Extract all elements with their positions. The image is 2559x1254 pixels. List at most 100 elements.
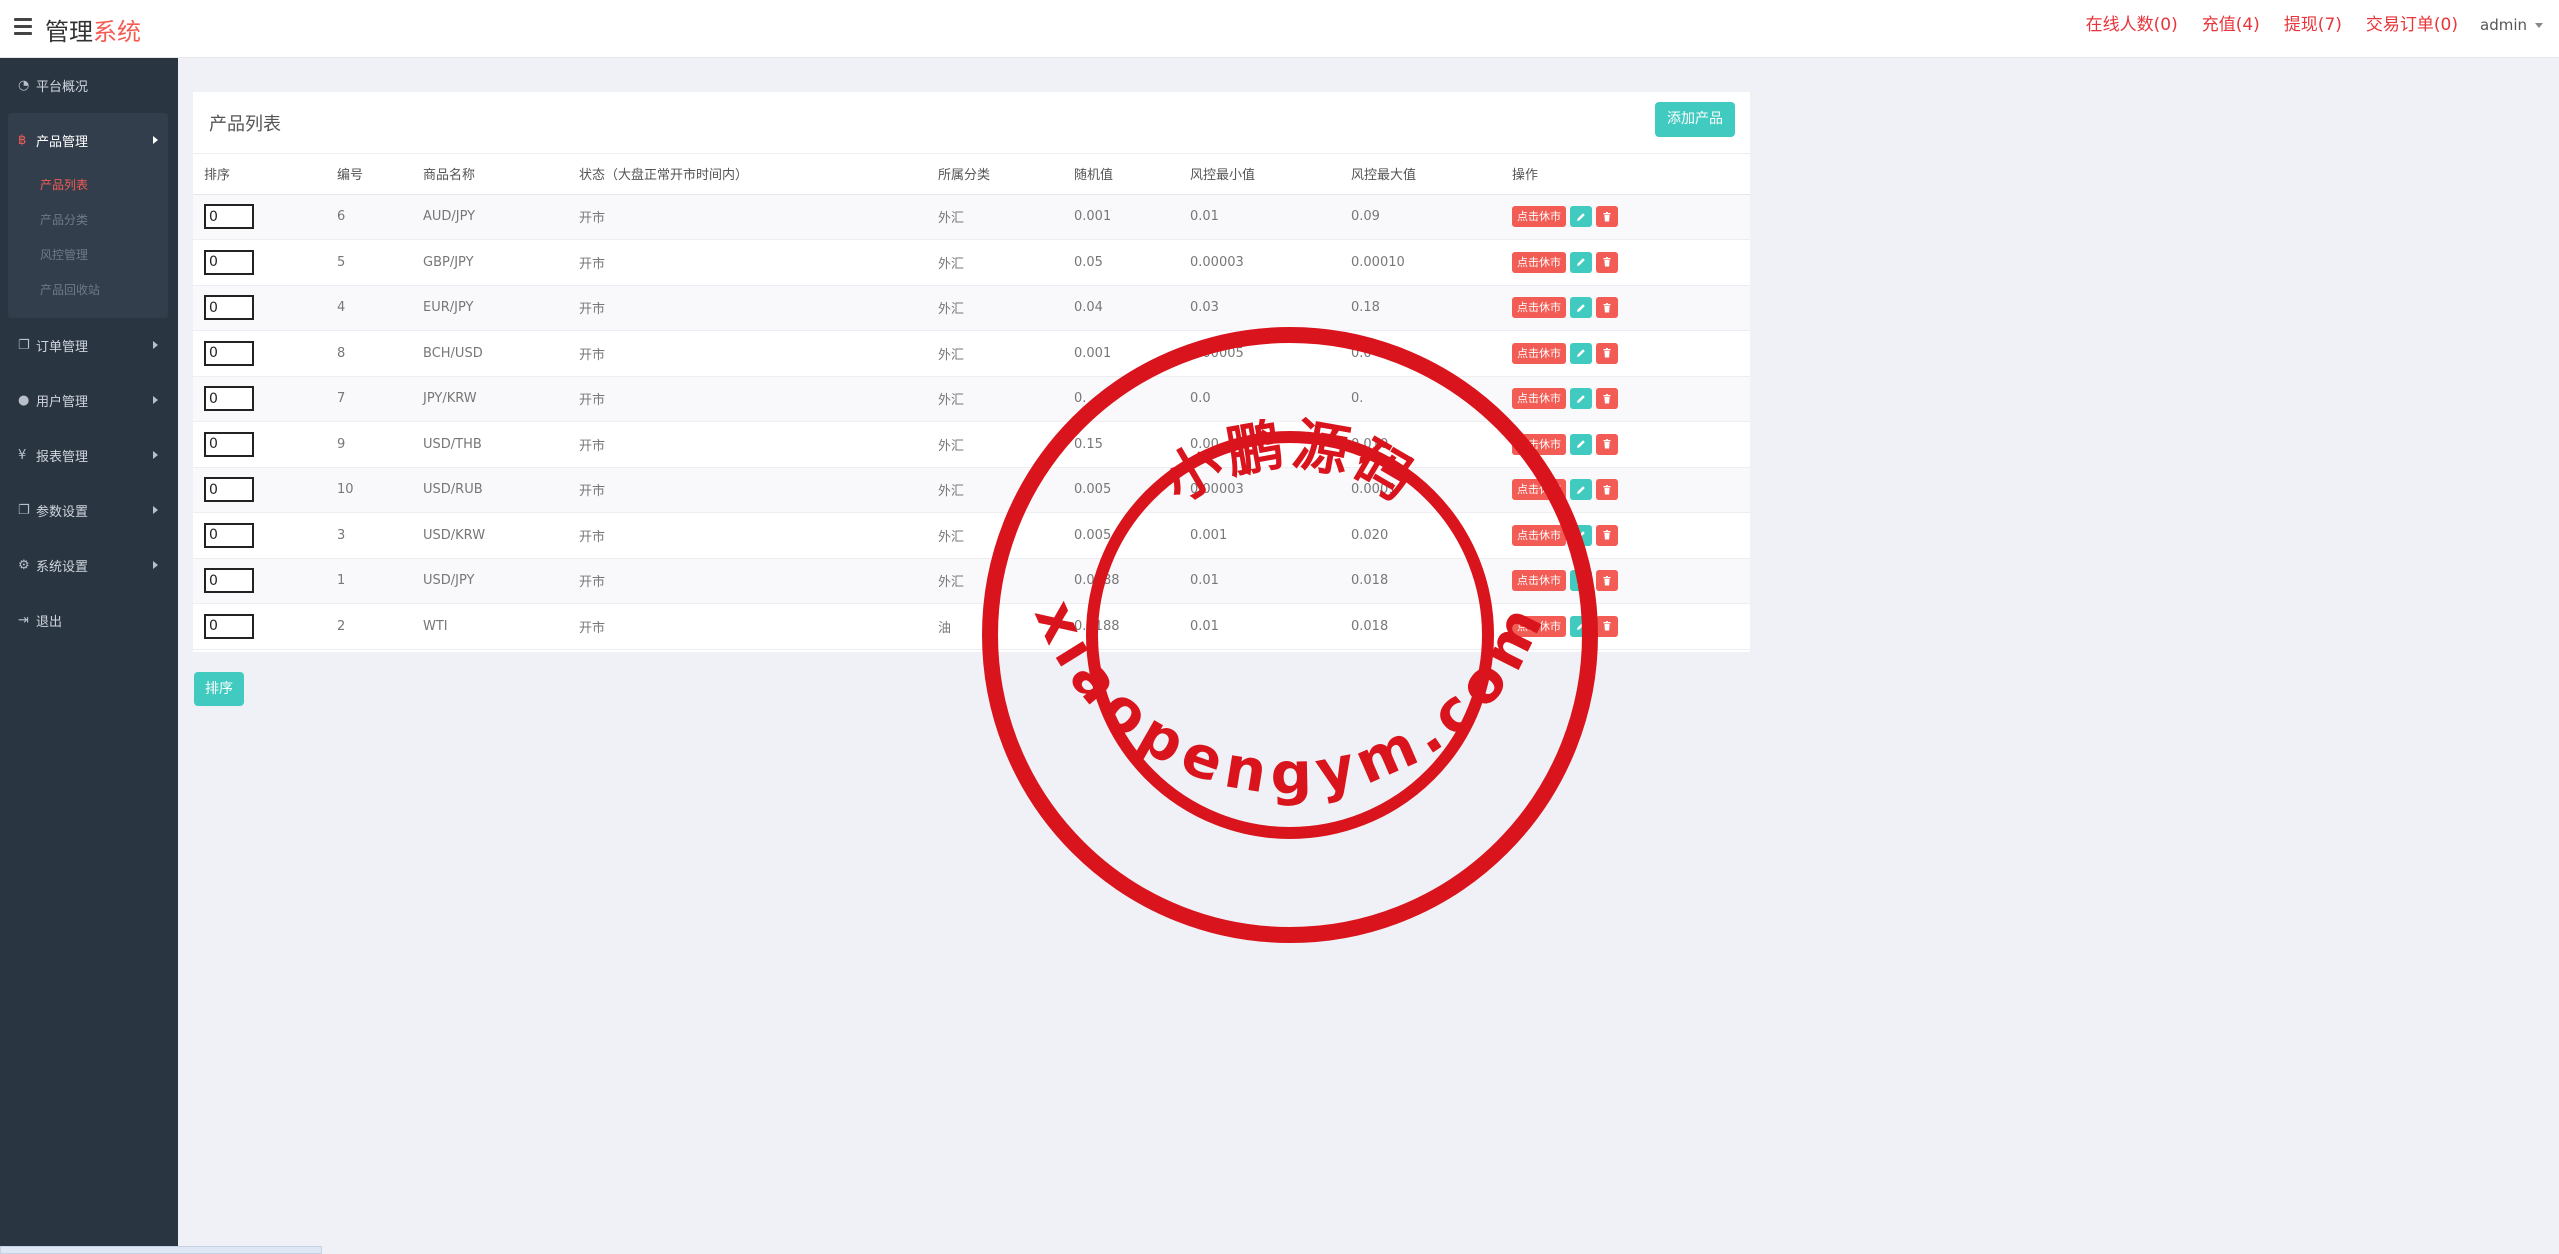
sort-order-input[interactable]: [204, 204, 254, 230]
sidebar-item-users[interactable]: ● 用户管理: [0, 373, 178, 428]
trade-orders-link[interactable]: 交易订单(0): [2366, 10, 2458, 40]
close-market-button[interactable]: 点击休市: [1512, 206, 1566, 228]
sidebar-item-parameters[interactable]: ❐ 参数设置: [0, 483, 178, 538]
withdraw-link[interactable]: 提现(7): [2284, 10, 2342, 40]
sort-order-input[interactable]: [204, 522, 254, 548]
trash-icon: [1601, 575, 1613, 587]
sort-order-input[interactable]: [204, 295, 254, 321]
sidebar-subitem-recycle-bin[interactable]: 产品回收站: [8, 273, 168, 308]
edit-button[interactable]: [1570, 388, 1592, 410]
sign-out-icon: ⇥: [18, 613, 29, 628]
sort-cell: [193, 330, 326, 377]
close-market-button[interactable]: 点击休市: [1512, 388, 1566, 410]
column-header: 风控最大值: [1340, 154, 1501, 195]
close-market-button[interactable]: 点击休市: [1512, 297, 1566, 319]
close-market-button[interactable]: 点击休市: [1512, 433, 1566, 455]
edit-button[interactable]: [1570, 615, 1592, 637]
delete-button[interactable]: [1596, 297, 1618, 319]
category-cell: 油: [927, 603, 1063, 650]
close-market-button[interactable]: 点击休市: [1512, 615, 1566, 637]
delete-button[interactable]: [1596, 206, 1618, 228]
random-cell: 0.0188: [1063, 558, 1179, 604]
pencil-icon: [1575, 347, 1587, 359]
delete-button[interactable]: [1596, 524, 1618, 546]
sidebar-item-label: 订单管理: [36, 340, 89, 355]
sidebar-subitem-product-category[interactable]: 产品分类: [8, 203, 168, 238]
risk-min-cell: 0.01: [1179, 194, 1340, 240]
sort-order-input[interactable]: [204, 477, 254, 503]
sort-order-input[interactable]: [204, 340, 254, 366]
edit-button[interactable]: [1570, 524, 1592, 546]
actions-cell: 点击休市: [1501, 285, 1750, 331]
sidebar-group-products: ฿ 产品管理 产品列表 产品分类 风控管理 产品回收站: [8, 113, 168, 318]
edit-button[interactable]: [1570, 479, 1592, 501]
close-market-button[interactable]: 点击休市: [1512, 524, 1566, 546]
edit-button[interactable]: [1570, 251, 1592, 273]
delete-button[interactable]: [1596, 342, 1618, 364]
sort-order-input[interactable]: [204, 431, 254, 457]
recharge-link[interactable]: 充值(4): [2202, 10, 2260, 40]
random-cell: 0.05: [1063, 239, 1179, 286]
actions-cell: 点击休市: [1501, 421, 1750, 468]
table-header-row: 排序 编号 商品名称 状态（大盘正常开市时间内） 所属分类 随机值 风控最小值 …: [193, 154, 1750, 195]
menu-toggle-icon[interactable]: [14, 18, 32, 35]
risk-min-cell: 0.01: [1179, 603, 1340, 650]
user-menu[interactable]: admin: [2476, 10, 2547, 40]
cogs-icon: ⚙: [18, 558, 30, 573]
sidebar-subitem-product-list[interactable]: 产品列表: [8, 168, 168, 203]
delete-button[interactable]: [1596, 479, 1618, 501]
sort-order-input[interactable]: [204, 249, 254, 275]
risk-min-cell: 0.00003: [1179, 239, 1340, 286]
random-cell: 0.001: [1063, 194, 1179, 240]
trash-icon: [1601, 256, 1613, 268]
sidebar-item-label: 参数设置: [36, 505, 89, 520]
id-cell: 4: [326, 285, 412, 331]
sidebar-item-system[interactable]: ⚙ 系统设置: [0, 538, 178, 593]
add-product-button[interactable]: 添加产品: [1655, 102, 1735, 137]
edit-button[interactable]: [1570, 570, 1592, 592]
chevron-right-icon: [153, 506, 158, 514]
edit-button[interactable]: [1570, 206, 1592, 228]
trash-icon: [1601, 393, 1613, 405]
close-market-button[interactable]: 点击休市: [1512, 570, 1566, 592]
risk-min-cell: 0.01: [1179, 558, 1340, 604]
sort-cell: [193, 421, 326, 468]
sort-order-input[interactable]: [204, 613, 254, 639]
sidebar-item-orders[interactable]: ❐ 订单管理: [0, 318, 178, 373]
sidebar-item-label: 用户管理: [36, 395, 89, 410]
id-cell: 8: [326, 330, 412, 377]
sidebar-item-dashboard[interactable]: ◔ 平台概况: [0, 58, 178, 113]
delete-button[interactable]: [1596, 433, 1618, 455]
sidebar-item-products[interactable]: ฿ 产品管理: [8, 113, 168, 168]
pencil-icon: [1575, 438, 1587, 450]
online-users-link[interactable]: 在线人数(0): [2086, 10, 2178, 40]
delete-button[interactable]: [1596, 388, 1618, 410]
edit-button[interactable]: [1570, 433, 1592, 455]
close-market-button[interactable]: 点击休市: [1512, 342, 1566, 364]
delete-button[interactable]: [1596, 251, 1618, 273]
close-market-button[interactable]: 点击休市: [1512, 479, 1566, 501]
category-cell: 外汇: [927, 194, 1063, 240]
close-market-button[interactable]: 点击休市: [1512, 251, 1566, 273]
copy-icon: ❐: [18, 503, 30, 518]
name-cell: GBP/JPY: [412, 239, 568, 286]
status-cell: 开市: [568, 285, 927, 331]
pencil-icon: [1575, 211, 1587, 223]
edit-button[interactable]: [1570, 342, 1592, 364]
name-cell: USD/KRW: [412, 512, 568, 559]
name-cell: USD/JPY: [412, 558, 568, 604]
delete-button[interactable]: [1596, 615, 1618, 637]
sort-order-input[interactable]: [204, 386, 254, 412]
copy-icon: ❐: [18, 338, 30, 353]
edit-button[interactable]: [1570, 297, 1592, 319]
sidebar-item-logout[interactable]: ⇥ 退出: [0, 593, 178, 648]
sort-button[interactable]: 排序: [194, 672, 244, 706]
chevron-right-icon: [153, 451, 158, 459]
table-row: 6AUD/JPY开市外汇0.0010.010.09 点击休市: [193, 194, 1750, 240]
sort-order-input[interactable]: [204, 568, 254, 594]
sidebar-item-reports[interactable]: ¥ 报表管理: [0, 428, 178, 483]
sidebar-subitem-risk-control[interactable]: 风控管理: [8, 238, 168, 273]
delete-button[interactable]: [1596, 570, 1618, 592]
pencil-icon: [1575, 484, 1587, 496]
actions-cell: 点击休市: [1501, 603, 1750, 650]
